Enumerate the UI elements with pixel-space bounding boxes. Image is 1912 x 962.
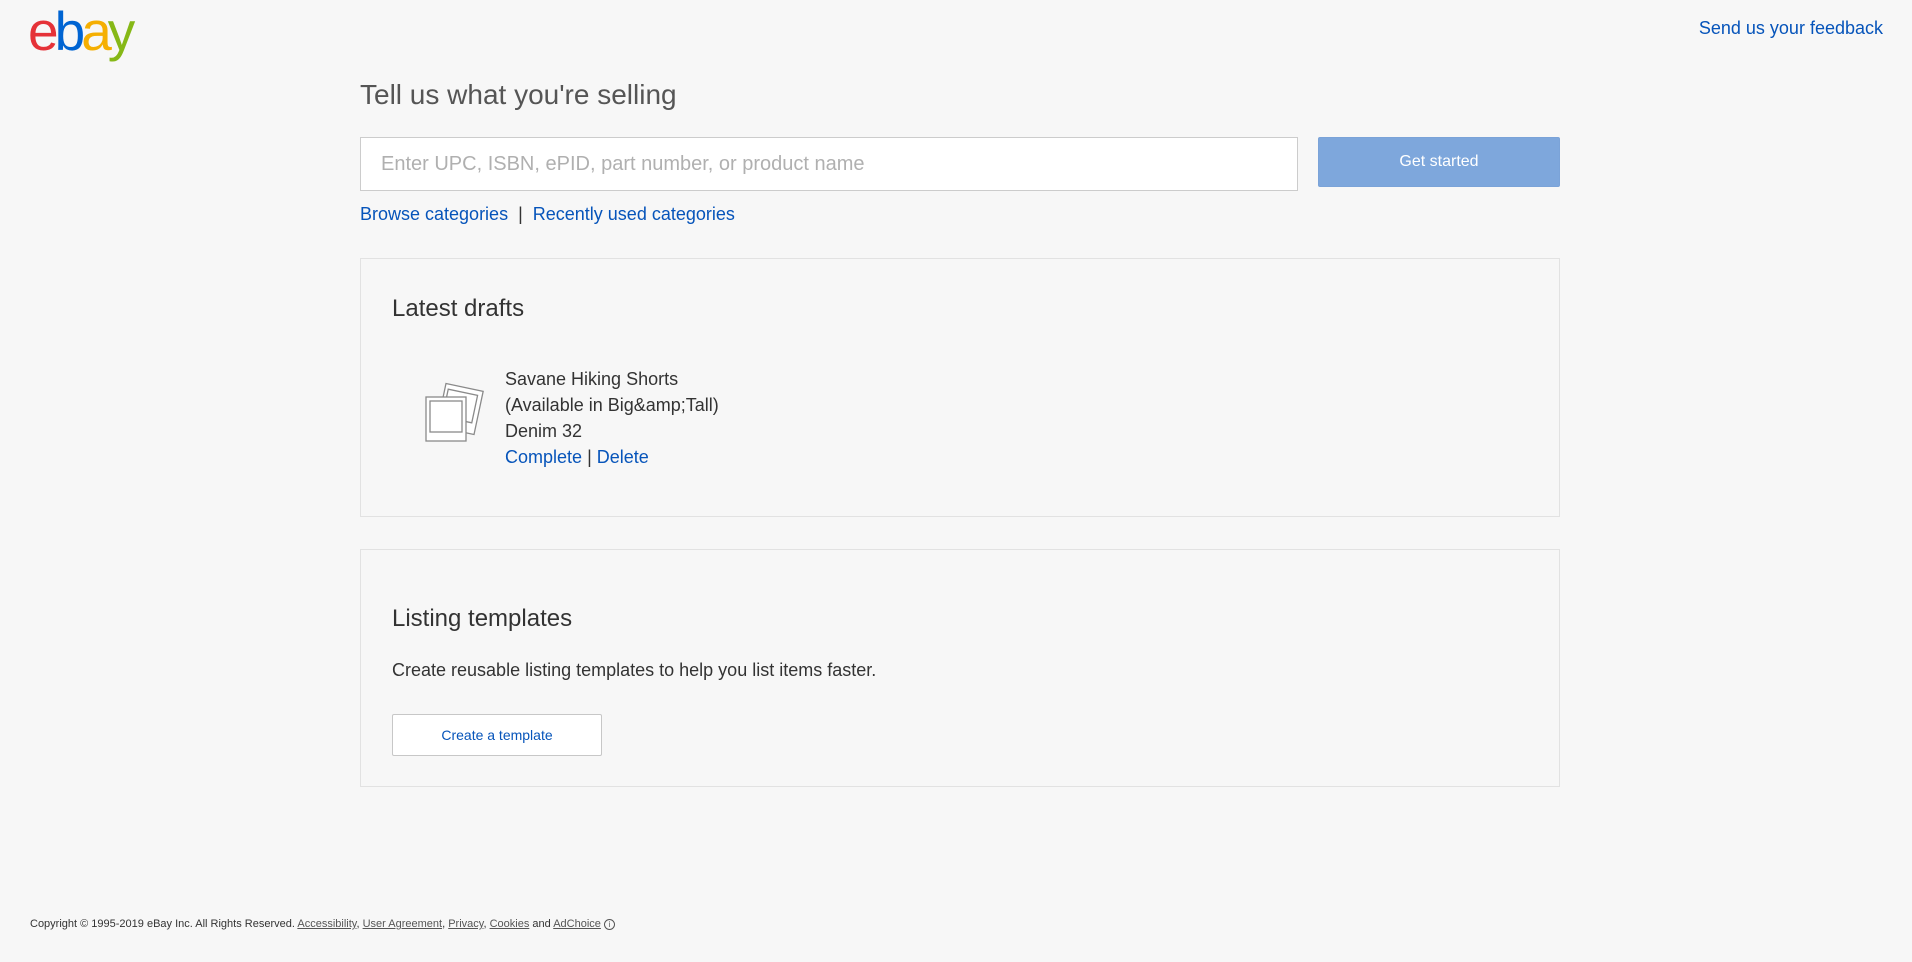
draft-item: Savane Hiking Shorts (Available in Big&a… [505, 366, 719, 470]
copyright-text: Copyright © 1995-2019 eBay Inc. All Righ… [30, 918, 295, 930]
logo-letter-y: y [107, 0, 135, 62]
send-feedback-link[interactable]: Send us your feedback [1699, 18, 1883, 39]
browse-categories-link[interactable]: Browse categories [360, 204, 508, 224]
recently-used-categories-link[interactable]: Recently used categories [533, 204, 735, 224]
footer-link-accessibility[interactable]: Accessibility [297, 918, 356, 930]
footer-link-user-agreement[interactable]: User Agreement [363, 918, 442, 930]
create-template-button[interactable]: Create a template [392, 714, 602, 756]
get-started-button[interactable]: Get started [1318, 137, 1560, 187]
draft-title-line: Denim 32 [505, 421, 583, 441]
info-icon[interactable]: i [603, 918, 615, 930]
page-title: Tell us what you're selling [360, 79, 677, 110]
latest-drafts-title: Latest drafts [392, 295, 525, 322]
logo-letter-a: a [81, 0, 112, 62]
draft-actions: Complete | Delete [505, 444, 719, 470]
category-links: Browse categories | Recently used categori… [360, 204, 735, 225]
draft-title-line: (Available in Big&amp;Tall) [505, 395, 719, 415]
listing-templates-card: Listing templates Create reusable listin… [360, 549, 1560, 787]
logo-letter-e: e [28, 0, 59, 62]
category-links-separator: | [518, 204, 523, 224]
latest-drafts-card: Latest drafts Savane Hiking Shorts (Avai… [360, 258, 1560, 517]
product-search-input[interactable] [360, 137, 1298, 191]
listing-templates-title: Listing templates [392, 605, 573, 632]
delete-draft-link[interactable]: Delete [597, 447, 649, 467]
ebay-logo[interactable]: ebay [28, 0, 135, 62]
photo-placeholder-icon [421, 381, 487, 447]
footer-link-adchoice[interactable]: AdChoice [553, 918, 601, 930]
footer-link-cookies[interactable]: Cookies [490, 918, 530, 930]
sell-page: ebay Send us your feedback Tell us what … [0, 0, 1912, 962]
footer-and-text: and [532, 918, 551, 930]
listing-templates-description: Create reusable listing templates to hel… [392, 660, 877, 680]
footer-link-privacy[interactable]: Privacy [448, 918, 483, 930]
draft-title-line: Savane Hiking Shorts [505, 369, 679, 389]
logo-letter-b: b [54, 0, 86, 62]
complete-draft-link[interactable]: Complete [505, 447, 582, 467]
draft-actions-separator: | [587, 447, 592, 467]
footer: Copyright © 1995-2019 eBay Inc. All Righ… [30, 918, 615, 930]
